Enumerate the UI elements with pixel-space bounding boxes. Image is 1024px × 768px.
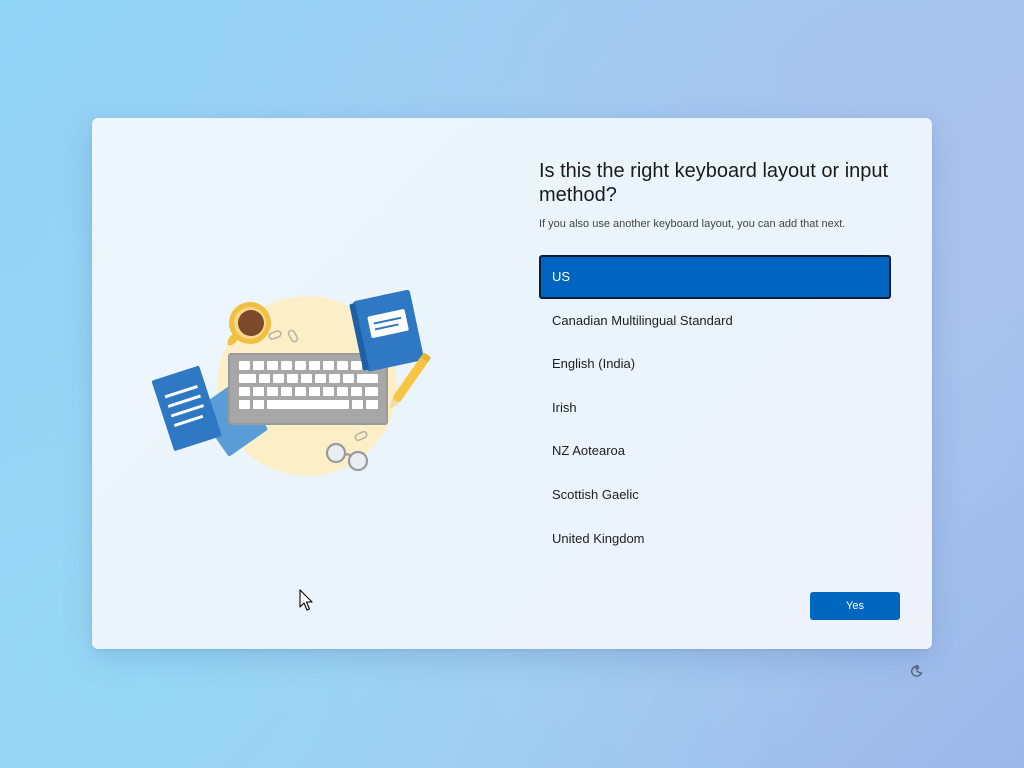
- layout-option-united-kingdom[interactable]: United Kingdom: [539, 517, 891, 561]
- layout-option-us[interactable]: US: [539, 255, 891, 299]
- layout-option-canadian-multilingual-standard[interactable]: Canadian Multilingual Standard: [539, 299, 891, 343]
- keyboard-illustration: [152, 289, 431, 476]
- accessibility-icon[interactable]: [909, 663, 925, 679]
- layout-option-nz-aotearoa[interactable]: NZ Aotearoa: [539, 429, 891, 473]
- keyboard-layout-list: US Canadian Multilingual Standard Englis…: [539, 255, 891, 560]
- layout-option-scottish-gaelic[interactable]: Scottish Gaelic: [539, 473, 891, 517]
- page-subtitle: If you also use another keyboard layout,…: [539, 218, 846, 230]
- setup-card: Is this the right keyboard layout or inp…: [92, 118, 932, 649]
- mouse-pointer: [299, 589, 313, 611]
- yes-button[interactable]: Yes: [810, 592, 900, 620]
- layout-option-irish[interactable]: Irish: [539, 386, 891, 430]
- page-title: Is this the right keyboard layout or inp…: [539, 160, 889, 206]
- layout-option-english-india[interactable]: English (India): [539, 342, 891, 386]
